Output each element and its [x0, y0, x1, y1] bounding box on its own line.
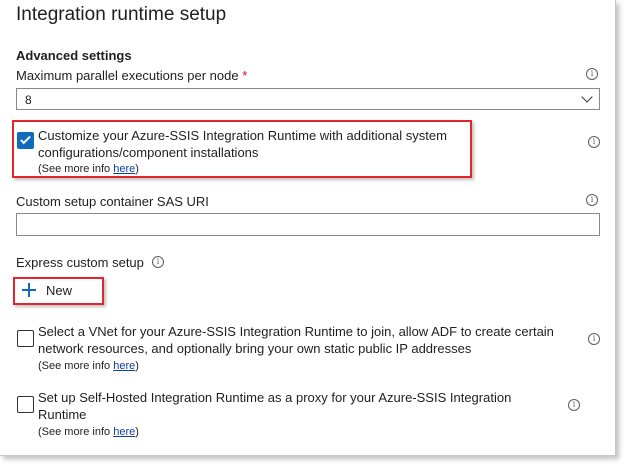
proxy-text: Set up Self-Hosted Integration Runtime a… [38, 390, 512, 422]
see-more-prefix: (See more info [38, 163, 114, 175]
see-more-suffix: ) [135, 426, 139, 438]
chevron-down-icon [581, 91, 593, 103]
advanced-settings-header: Advanced settings [16, 48, 132, 63]
vnet-checkbox[interactable] [17, 330, 34, 347]
proxy-checkbox[interactable] [17, 396, 34, 413]
see-more-prefix: (See more info [38, 360, 114, 372]
sas-uri-label: Custom setup container SAS URI [16, 194, 209, 209]
new-button-label: New [46, 282, 73, 298]
info-icon[interactable]: i [568, 399, 580, 411]
integration-runtime-setup-panel: Integration runtime setup Advanced setti… [0, 0, 616, 456]
customize-see-more: (See more info here) [38, 163, 139, 175]
sas-uri-input[interactable] [16, 213, 600, 236]
max-parallel-label: Maximum parallel executions per node * [16, 68, 247, 83]
info-icon[interactable]: i [152, 256, 164, 268]
page-title: Integration runtime setup [16, 4, 227, 25]
required-asterisk: * [242, 68, 248, 83]
customize-text: Customize your Azure-SSIS Integration Ru… [38, 128, 447, 160]
info-icon[interactable]: i [586, 194, 598, 206]
info-icon[interactable]: i [588, 136, 600, 148]
vnet-see-more: (See more info here) [38, 360, 139, 372]
max-parallel-label-text: Maximum parallel executions per node [16, 68, 239, 83]
customize-checkbox[interactable] [17, 132, 34, 149]
info-icon[interactable]: i [588, 333, 600, 345]
plus-icon [22, 283, 36, 297]
max-parallel-dropdown[interactable]: 8 [16, 88, 600, 110]
checkmark-icon [20, 133, 31, 145]
vnet-text: Select a VNet for your Azure-SSIS Integr… [38, 324, 554, 356]
proxy-more-info-link[interactable]: here [113, 426, 135, 438]
vnet-more-info-link[interactable]: here [113, 360, 135, 372]
proxy-see-more: (See more info here) [38, 426, 139, 438]
see-more-prefix: (See more info [38, 426, 114, 438]
customize-more-info-link[interactable]: here [113, 163, 135, 175]
new-button[interactable]: New [22, 281, 72, 299]
info-icon[interactable]: i [586, 68, 598, 80]
see-more-suffix: ) [135, 163, 139, 175]
max-parallel-value: 8 [25, 93, 32, 107]
see-more-suffix: ) [135, 360, 139, 372]
express-custom-setup-label: Express custom setup [16, 255, 144, 270]
